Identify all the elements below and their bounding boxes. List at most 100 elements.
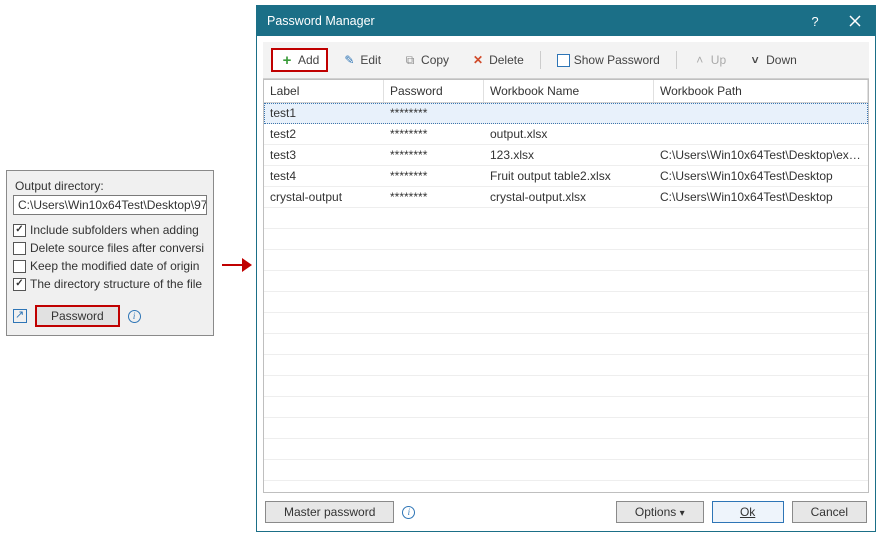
password-button[interactable]: Password — [35, 305, 120, 327]
table-body: test1********test2********output.xlsxtes… — [264, 103, 868, 492]
col-wbname[interactable]: Workbook Name — [484, 80, 654, 102]
info-icon[interactable]: i — [402, 506, 415, 519]
cell-wbname: output.xlsx — [484, 124, 654, 145]
cell-label: test1 — [264, 103, 384, 124]
cell-label: crystal-output — [264, 187, 384, 208]
options-label: Options — [635, 505, 676, 519]
opt-label: Include subfolders when adding — [30, 223, 199, 237]
cell-label: test3 — [264, 145, 384, 166]
col-wbpath[interactable]: Workbook Path — [654, 80, 868, 102]
add-button[interactable]: + Add — [271, 48, 328, 72]
dialog-title: Password Manager — [267, 14, 795, 28]
table-row[interactable] — [264, 292, 868, 313]
cell-wbpath: C:\Users\Win10x64Test\Desktop — [654, 166, 868, 187]
cell-password: ******** — [384, 187, 484, 208]
show-password-label: Show Password — [574, 53, 660, 67]
cell-wbpath — [654, 103, 868, 124]
table-row[interactable] — [264, 439, 868, 460]
info-icon[interactable]: i — [128, 310, 141, 323]
chevron-down-icon: ˅ — [748, 53, 762, 67]
copy-icon: ⧉ — [403, 53, 417, 67]
opt-keep-modified-date[interactable]: Keep the modified date of origin — [13, 257, 207, 275]
table-row[interactable] — [264, 271, 868, 292]
cell-wbpath — [654, 124, 868, 145]
separator — [676, 51, 677, 69]
opt-label: Keep the modified date of origin — [30, 259, 199, 273]
cell-password: ******** — [384, 124, 484, 145]
add-label: Add — [298, 53, 319, 67]
up-label: Up — [711, 53, 726, 67]
separator — [540, 51, 541, 69]
opt-label: The directory structure of the file — [30, 277, 202, 291]
table-row[interactable] — [264, 250, 868, 271]
checkbox-icon[interactable] — [557, 54, 570, 67]
cancel-label: Cancel — [811, 505, 848, 519]
table-row[interactable] — [264, 208, 868, 229]
cancel-button[interactable]: Cancel — [792, 501, 867, 523]
opt-label: Delete source files after conversi — [30, 241, 204, 255]
pencil-icon: ✎ — [342, 53, 356, 67]
up-button[interactable]: ˄ Up — [685, 49, 734, 71]
ok-button[interactable]: Ok — [712, 501, 784, 523]
down-label: Down — [766, 53, 797, 67]
delete-button[interactable]: ✕ Delete — [463, 49, 532, 71]
bottom-bar: Master password i Options Ok Cancel — [257, 493, 875, 531]
checkbox-icon[interactable] — [13, 260, 26, 273]
checkbox-icon[interactable] — [13, 278, 26, 291]
output-options-panel: Output directory: C:\Users\Win10x64Test\… — [6, 170, 214, 336]
delete-label: Delete — [489, 53, 524, 67]
edit-button[interactable]: ✎ Edit — [334, 49, 389, 71]
output-directory-label: Output directory: — [15, 179, 207, 193]
delete-icon: ✕ — [471, 53, 485, 67]
checkbox-icon[interactable] — [13, 224, 26, 237]
master-password-button[interactable]: Master password — [265, 501, 394, 523]
table-row[interactable] — [264, 397, 868, 418]
help-button[interactable]: ? — [795, 6, 835, 36]
plus-icon: + — [280, 53, 294, 67]
edit-label: Edit — [360, 53, 381, 67]
opt-include-subfolders[interactable]: Include subfolders when adding — [13, 221, 207, 239]
cell-password: ******** — [384, 166, 484, 187]
options-button[interactable]: Options — [616, 501, 704, 523]
table-row[interactable] — [264, 355, 868, 376]
external-link-icon[interactable] — [13, 309, 27, 323]
opt-directory-structure[interactable]: The directory structure of the file — [13, 275, 207, 293]
table-row[interactable] — [264, 229, 868, 250]
toolbar: + Add ✎ Edit ⧉ Copy ✕ Delete Show Passwo… — [263, 42, 869, 79]
table-row[interactable]: test1******** — [264, 103, 868, 124]
table-row[interactable] — [264, 418, 868, 439]
table-row[interactable] — [264, 481, 868, 492]
cell-password: ******** — [384, 103, 484, 124]
cell-label: test4 — [264, 166, 384, 187]
cell-wbpath: C:\Users\Win10x64Test\Desktop\export... — [654, 145, 868, 166]
cell-wbpath: C:\Users\Win10x64Test\Desktop — [654, 187, 868, 208]
master-password-label: Master password — [284, 505, 375, 519]
table-row[interactable]: test3********123.xlsxC:\Users\Win10x64Te… — [264, 145, 868, 166]
opt-delete-source[interactable]: Delete source files after conversi — [13, 239, 207, 257]
show-password-toggle[interactable]: Show Password — [549, 49, 668, 71]
callout-arrow — [222, 258, 252, 272]
down-button[interactable]: ˅ Down — [740, 49, 805, 71]
table-row[interactable] — [264, 460, 868, 481]
cell-label: test2 — [264, 124, 384, 145]
table-row[interactable]: test4********Fruit output table2.xlsxC:\… — [264, 166, 868, 187]
cell-wbname — [484, 103, 654, 124]
col-label[interactable]: Label — [264, 80, 384, 102]
output-directory-field[interactable]: C:\Users\Win10x64Test\Desktop\97 — [13, 195, 207, 215]
chevron-up-icon: ˄ — [693, 53, 707, 67]
titlebar: Password Manager ? — [257, 6, 875, 36]
table-header: Label Password Workbook Name Workbook Pa… — [264, 80, 868, 103]
cell-wbname: Fruit output table2.xlsx — [484, 166, 654, 187]
table-row[interactable] — [264, 376, 868, 397]
password-table: Label Password Workbook Name Workbook Pa… — [263, 79, 869, 493]
table-row[interactable]: test2********output.xlsx — [264, 124, 868, 145]
close-button[interactable] — [835, 6, 875, 36]
close-icon — [849, 15, 861, 27]
copy-button[interactable]: ⧉ Copy — [395, 49, 457, 71]
table-row[interactable] — [264, 313, 868, 334]
col-password[interactable]: Password — [384, 80, 484, 102]
table-row[interactable] — [264, 334, 868, 355]
cell-wbname: crystal-output.xlsx — [484, 187, 654, 208]
table-row[interactable]: crystal-output********crystal-output.xls… — [264, 187, 868, 208]
checkbox-icon[interactable] — [13, 242, 26, 255]
